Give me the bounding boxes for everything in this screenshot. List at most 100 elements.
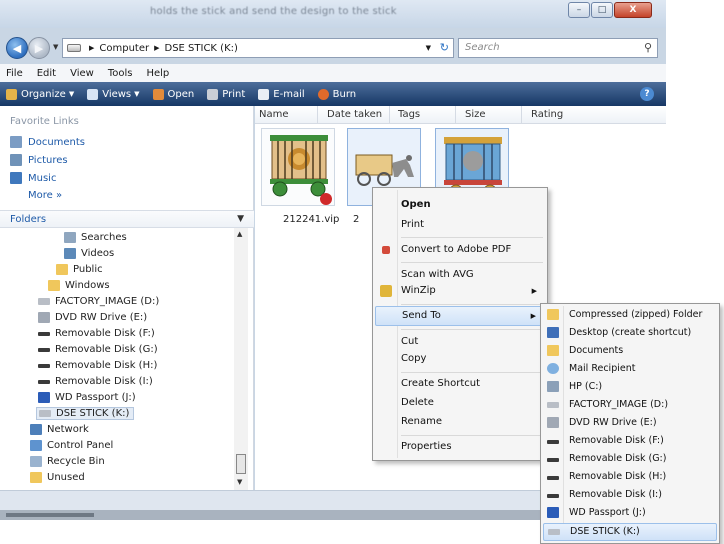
tree-item-searches[interactable]: Searches — [64, 232, 127, 243]
send-to-removable-i[interactable]: Removable Disk (I:) — [543, 486, 717, 504]
send-to-removable-h[interactable]: Removable Disk (H:) — [543, 468, 717, 486]
tree-item-label: Removable Disk (I:) — [55, 376, 153, 387]
scroll-up-icon[interactable]: ▲ — [237, 230, 242, 238]
tree-item-recycle-bin[interactable]: Recycle Bin — [30, 456, 105, 467]
send-to-dse-stick[interactable]: DSE STICK (K:) — [543, 523, 717, 541]
favorite-link-documents[interactable]: Documents — [10, 136, 85, 148]
send-to-mail-recipient[interactable]: Mail Recipient — [543, 360, 717, 378]
breadcrumb-computer[interactable]: Computer — [99, 43, 149, 54]
search-icon[interactable]: ⚲ — [644, 41, 652, 54]
column-size[interactable]: Size — [465, 109, 486, 120]
tree-item-removable-f[interactable]: Removable Disk (F:) — [38, 328, 155, 339]
menu-item-label: Removable Disk (G:) — [569, 453, 667, 464]
tree-item-dse-stick[interactable]: DSE STICK (K:) — [36, 407, 135, 420]
print-button[interactable]: Print — [207, 88, 245, 100]
wd-passport-icon — [547, 507, 559, 518]
column-rating[interactable]: Rating — [531, 109, 563, 120]
column-name[interactable]: Name — [259, 109, 289, 120]
more-link[interactable]: More » — [28, 190, 62, 201]
menu-tools[interactable]: Tools — [108, 68, 133, 79]
scrollbar-thumb[interactable] — [236, 454, 246, 474]
recent-pages-chevron-icon[interactable]: ▼ — [53, 43, 58, 51]
tree-item-videos[interactable]: Videos — [64, 248, 114, 259]
send-to-hp-c[interactable]: HP (C:) — [543, 378, 717, 396]
menu-separator — [401, 329, 543, 330]
send-to-dvd-rw[interactable]: DVD RW Drive (E:) — [543, 414, 717, 432]
organize-button[interactable]: Organize ▼ — [6, 88, 74, 100]
more-label: More » — [28, 190, 63, 201]
send-to-removable-f[interactable]: Removable Disk (F:) — [543, 432, 717, 450]
breadcrumb-dse-stick[interactable]: DSE STICK (K:) — [165, 43, 238, 54]
column-divider[interactable] — [521, 106, 522, 124]
column-divider[interactable] — [389, 106, 390, 124]
tree-item-factory-image[interactable]: FACTORY_IMAGE (D:) — [38, 296, 159, 307]
menu-item-create-shortcut[interactable]: Create Shortcut — [375, 374, 545, 394]
address-row: ◀ ▶ ▼ ▶ Computer ▶ DSE STICK (K:) ▼ ↻ Se… — [0, 36, 666, 60]
close-button[interactable]: X — [614, 2, 652, 18]
favorite-links-heading: Favorite Links — [10, 116, 79, 127]
menu-file[interactable]: File — [6, 68, 23, 79]
breadcrumb-arrow-icon[interactable]: ▶ — [89, 44, 94, 52]
tree-item-removable-i[interactable]: Removable Disk (I:) — [38, 376, 153, 387]
send-to-compressed-folder[interactable]: Compressed (zipped) Folder — [543, 306, 717, 324]
tree-item-label: Removable Disk (G:) — [55, 344, 158, 355]
removable-disk-icon — [38, 379, 50, 384]
menu-item-convert-to-pdf[interactable]: Convert to Adobe PDF — [375, 240, 545, 260]
forward-button[interactable]: ▶ — [28, 37, 50, 59]
open-button[interactable]: Open — [152, 88, 194, 100]
menu-item-properties[interactable]: Properties — [375, 437, 545, 457]
tree-item-dvd-rw[interactable]: DVD RW Drive (E:) — [38, 312, 147, 323]
file-name-label[interactable]: 2 — [353, 214, 359, 225]
search-input[interactable]: Search ⚲ — [458, 38, 658, 58]
address-dropdown-icon[interactable]: ▼ — [426, 44, 431, 52]
help-icon[interactable]: ? — [640, 87, 654, 101]
file-name-label[interactable]: 212241.vip — [283, 214, 339, 225]
tree-item-removable-g[interactable]: Removable Disk (G:) — [38, 344, 158, 355]
favorite-link-music[interactable]: Music — [10, 172, 56, 184]
tree-item-wd-passport[interactable]: WD Passport (J:) — [38, 392, 136, 403]
menu-item-open[interactable]: Open — [375, 195, 545, 215]
tree-item-unused[interactable]: Unused — [30, 472, 85, 483]
menu-help[interactable]: Help — [146, 68, 169, 79]
scroll-down-icon[interactable]: ▼ — [237, 478, 242, 486]
menu-item-copy[interactable]: Copy — [375, 349, 545, 369]
folders-header[interactable]: Folders ▼ — [0, 210, 254, 228]
tree-item-windows[interactable]: Windows — [48, 280, 110, 291]
views-button[interactable]: Views ▼ — [87, 88, 140, 100]
menu-item-winzip[interactable]: WinZip ▶ — [375, 281, 545, 301]
column-date-taken[interactable]: Date taken — [327, 109, 382, 120]
menu-item-rename[interactable]: Rename — [375, 412, 545, 432]
send-to-factory-image[interactable]: FACTORY_IMAGE (D:) — [543, 396, 717, 414]
column-tags[interactable]: Tags — [398, 109, 420, 120]
send-to-wd-passport[interactable]: WD Passport (J:) — [543, 504, 717, 522]
refresh-icon[interactable]: ↻ — [440, 41, 449, 54]
favorite-link-pictures[interactable]: Pictures — [10, 154, 68, 166]
maximize-button[interactable]: □ — [591, 2, 613, 18]
column-divider[interactable] — [455, 106, 456, 124]
send-to-desktop[interactable]: Desktop (create shortcut) — [543, 324, 717, 342]
folder-tree-scrollbar[interactable]: ▲ ▼ — [234, 228, 248, 490]
hard-drive-icon — [38, 298, 50, 305]
title-bar[interactable]: holds the stick and send the design to t… — [0, 0, 666, 28]
send-to-documents[interactable]: Documents — [543, 342, 717, 360]
back-button[interactable]: ◀ — [6, 37, 28, 59]
breadcrumb-arrow-icon[interactable]: ▶ — [154, 44, 159, 52]
tree-item-public[interactable]: Public — [56, 264, 103, 275]
menu-edit[interactable]: Edit — [37, 68, 56, 79]
email-button[interactable]: E-mail — [258, 88, 305, 100]
file-item[interactable] — [261, 128, 335, 206]
submenu-arrow-icon: ▶ — [531, 287, 537, 295]
menu-item-send-to[interactable]: Send To ▶ — [375, 306, 545, 326]
tree-item-control-panel[interactable]: Control Panel — [30, 440, 113, 451]
address-bar[interactable]: ▶ Computer ▶ DSE STICK (K:) ▼ ↻ — [62, 38, 454, 58]
menu-item-delete[interactable]: Delete — [375, 393, 545, 413]
tree-item-network[interactable]: Network — [30, 424, 89, 435]
burn-button[interactable]: Burn — [317, 88, 356, 100]
send-to-removable-g[interactable]: Removable Disk (G:) — [543, 450, 717, 468]
tree-item-removable-h[interactable]: Removable Disk (H:) — [38, 360, 157, 371]
menu-item-label: Copy — [401, 353, 427, 364]
menu-item-print[interactable]: Print — [375, 215, 545, 235]
minimize-button[interactable]: – — [568, 2, 590, 18]
column-divider[interactable] — [317, 106, 318, 124]
menu-view[interactable]: View — [70, 68, 94, 79]
